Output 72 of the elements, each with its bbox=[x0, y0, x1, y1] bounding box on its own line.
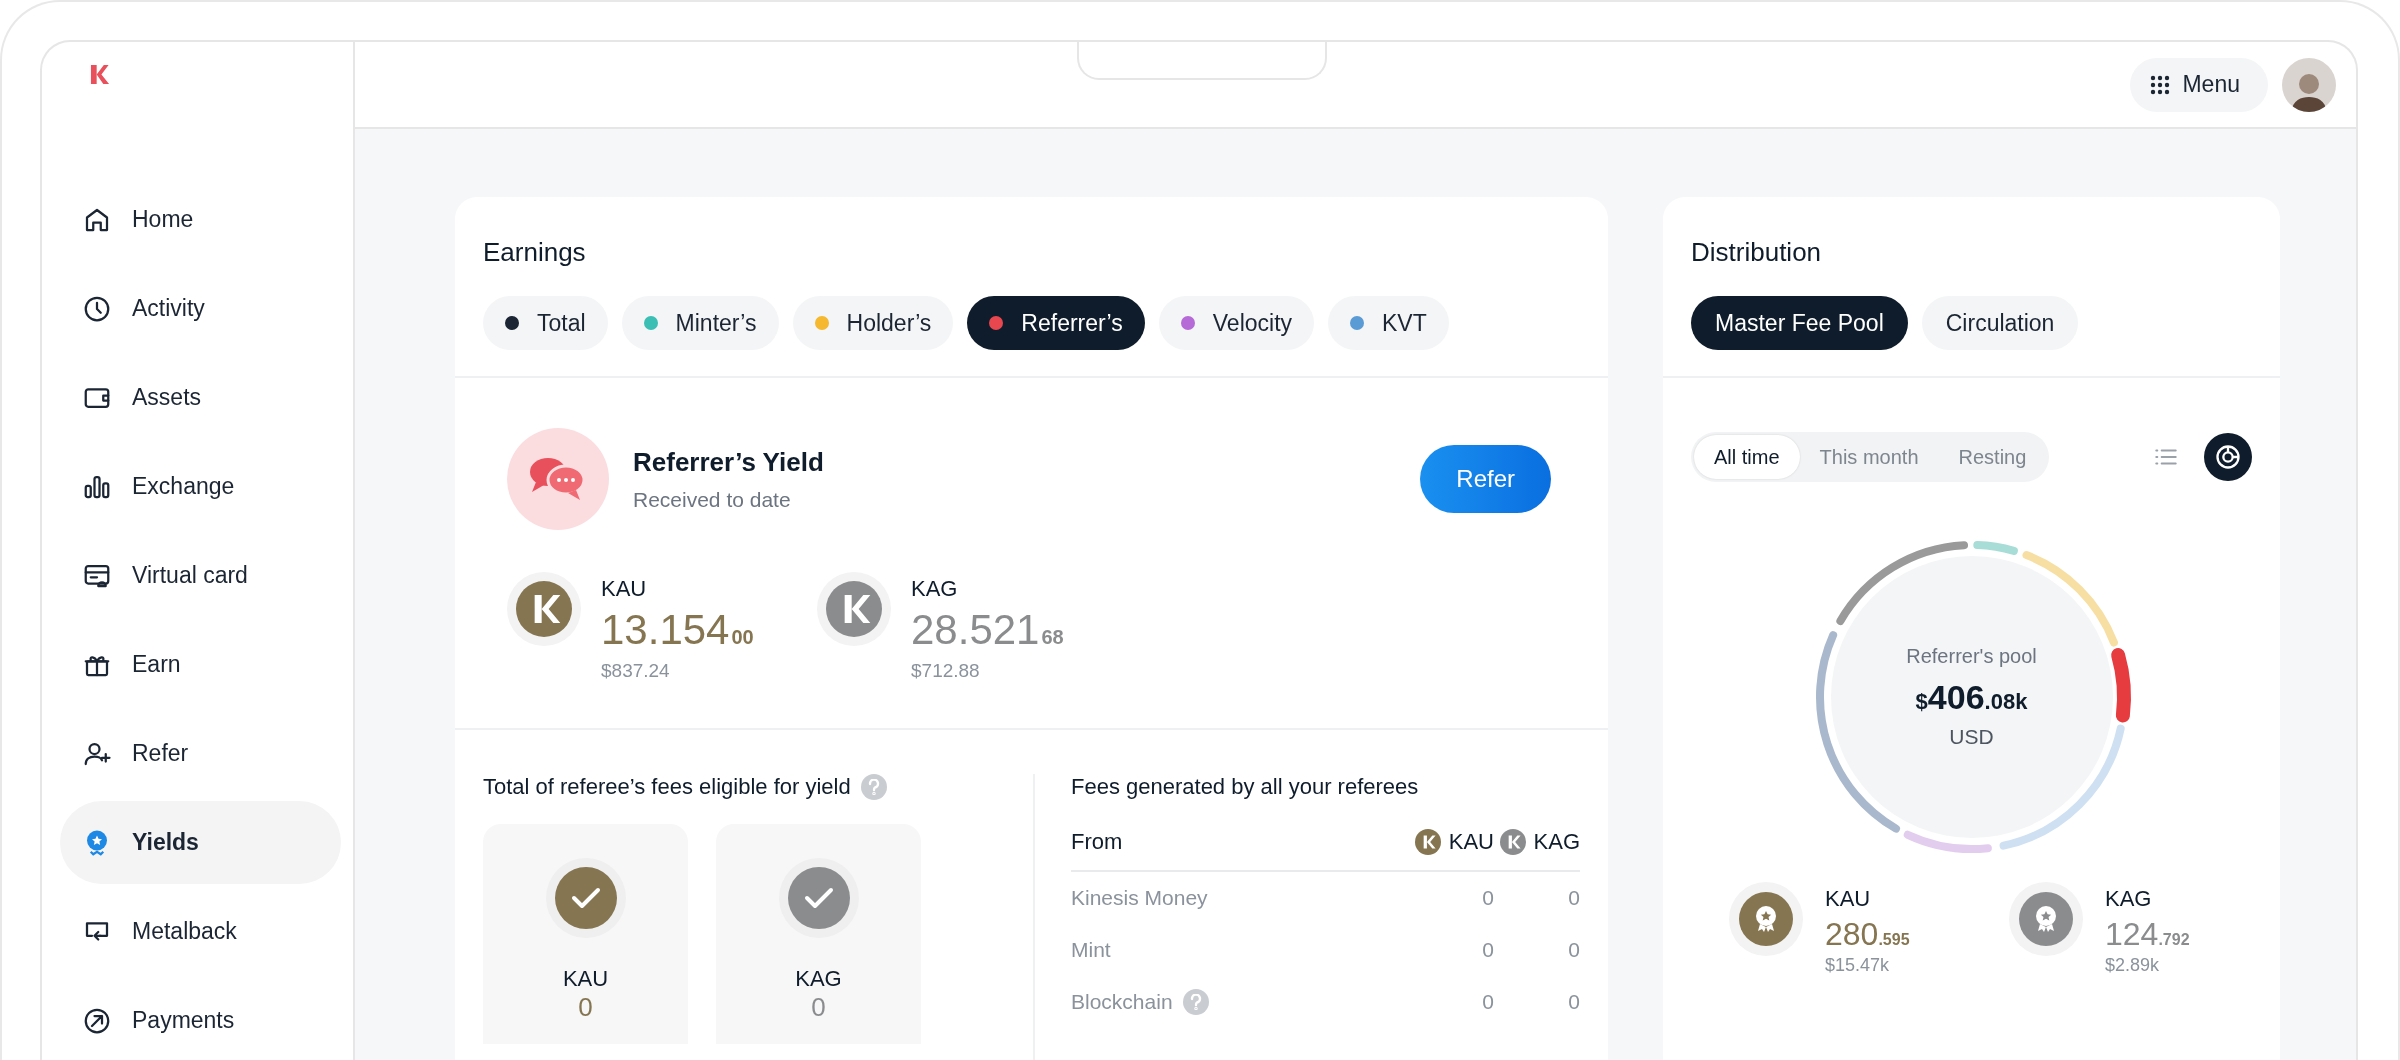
sidebar-item[interactable]: Yields bbox=[60, 801, 341, 884]
earnings-tab[interactable]: Holder’s bbox=[792, 296, 954, 350]
distribution-tab[interactable]: Circulation bbox=[1921, 296, 2079, 350]
sidebar-item[interactable]: Exchange bbox=[60, 445, 341, 528]
pool-currency: $ bbox=[1915, 689, 1928, 715]
usd-value: $2.89k bbox=[2105, 955, 2161, 976]
coin-decimals: 68 bbox=[1041, 626, 1064, 649]
table-cell: 0 bbox=[1482, 886, 1494, 910]
eligible-value: 0 bbox=[811, 992, 826, 1023]
coin-symbol: KAG bbox=[2105, 886, 2153, 912]
coin-decimals: 00 bbox=[731, 626, 754, 649]
section-title: Total of referee’s fees eligible for yield bbox=[483, 774, 851, 800]
coin-symbol: KAU bbox=[601, 576, 648, 602]
usd-value: $837.24 bbox=[601, 660, 671, 682]
table-cell: 0 bbox=[1568, 990, 1580, 1014]
pool-fraction: .08k bbox=[1984, 689, 2028, 715]
coin-symbol: KAU bbox=[562, 966, 609, 992]
earnings-tab[interactable]: Velocity bbox=[1158, 296, 1315, 350]
pool-label: Referrer's pool bbox=[1906, 645, 2037, 668]
section-title: Fees generated by all your referees bbox=[1071, 774, 1419, 800]
coin-logo-icon bbox=[826, 581, 882, 637]
sidebar-item[interactable]: Payments bbox=[60, 979, 341, 1060]
table-cell: 0 bbox=[1568, 938, 1580, 962]
yield-title: Referrer’s Yield bbox=[633, 446, 824, 478]
sidebar-item[interactable]: Refer bbox=[60, 712, 341, 795]
card-title: Earnings bbox=[483, 237, 587, 268]
grid-icon bbox=[2150, 74, 2171, 95]
yield-subtitle: Received to date bbox=[633, 487, 792, 512]
usd-value: $712.88 bbox=[911, 660, 981, 682]
sidebar-item[interactable]: Activity bbox=[60, 267, 341, 350]
table-cell: 0 bbox=[1568, 886, 1580, 910]
sidebar-item[interactable]: Virtual card bbox=[60, 534, 341, 617]
coin-amount: 280 bbox=[1825, 916, 1879, 953]
sidebar-item[interactable]: Assets bbox=[60, 356, 341, 439]
coin-symbol: KAG bbox=[795, 966, 842, 992]
table-cell: 0 bbox=[1482, 990, 1494, 1014]
pool-amount: 406 bbox=[1927, 678, 1985, 717]
table-cell: 0 bbox=[1482, 938, 1494, 962]
sidebar-item[interactable]: Metalback bbox=[60, 890, 341, 973]
table-cell: Blockchain bbox=[1071, 990, 1173, 1014]
help-icon[interactable] bbox=[1182, 989, 1209, 1015]
view-toggle[interactable] bbox=[2204, 433, 2252, 481]
donut-icon bbox=[2214, 443, 2242, 471]
coin-amount: 28.521 bbox=[911, 606, 1040, 654]
column-header: KAG bbox=[1533, 829, 1580, 855]
table-cell: Mint bbox=[1071, 938, 1111, 962]
coin-amount: 13.154 bbox=[601, 606, 730, 654]
pool-unit: USD bbox=[1949, 725, 1994, 749]
coin-symbol: KAU bbox=[1825, 886, 1872, 912]
sidebar-item[interactable]: Home bbox=[60, 178, 341, 261]
sidebar-item[interactable]: Earn bbox=[60, 623, 341, 706]
refer-button[interactable]: Refer bbox=[1420, 445, 1551, 513]
column-header: From bbox=[1071, 829, 1123, 855]
earnings-tab[interactable]: Referrer’s bbox=[967, 296, 1145, 350]
card-title: Distribution bbox=[1691, 237, 1823, 268]
eligible-value: 0 bbox=[578, 992, 593, 1023]
earnings-tab[interactable]: Total bbox=[483, 296, 608, 350]
usd-value: $15.47k bbox=[1825, 955, 1891, 976]
coin-decimals: .792 bbox=[2158, 931, 2190, 949]
earnings-tab[interactable]: KVT bbox=[1328, 296, 1449, 350]
distribution-tab[interactable]: Master Fee Pool bbox=[1691, 296, 1908, 350]
coin-symbol: KAG bbox=[911, 576, 959, 602]
menu-button[interactable]: Menu bbox=[2130, 57, 2268, 112]
column-header: KAU bbox=[1448, 829, 1494, 855]
coin-amount: 124 bbox=[2105, 916, 2159, 953]
help-icon[interactable] bbox=[860, 774, 887, 800]
coin-logo-icon bbox=[516, 581, 572, 637]
table-cell: Kinesis Money bbox=[1071, 886, 1208, 910]
period-option[interactable]: All time bbox=[1694, 435, 1800, 479]
coin-decimals: .595 bbox=[1878, 931, 1910, 949]
avatar[interactable] bbox=[2282, 57, 2336, 112]
earnings-tab[interactable]: Minter’s bbox=[621, 296, 779, 350]
